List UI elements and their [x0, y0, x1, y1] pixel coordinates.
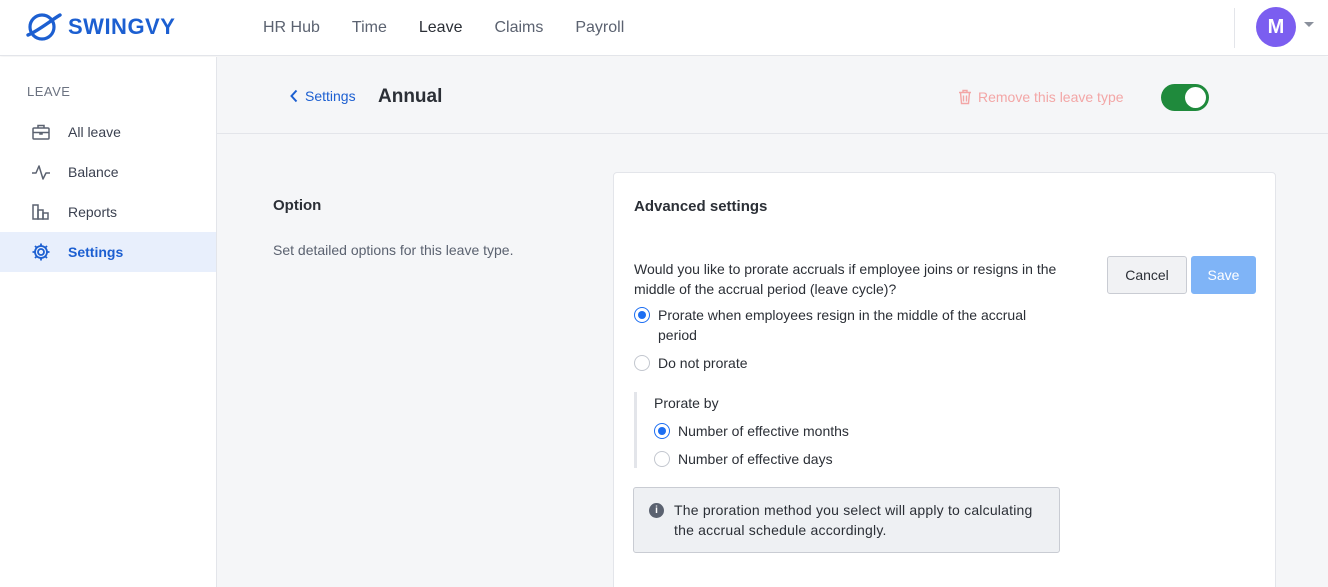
advanced-settings-card: Advanced settings Would you like to pror… [613, 172, 1276, 587]
sidebar-item-label: All leave [68, 124, 121, 140]
radio-checked[interactable] [634, 307, 650, 323]
sidebar-item-label: Reports [68, 204, 118, 220]
brand-name: SWINGVY [68, 14, 176, 39]
radio-label: Prorate when employees resign in the mid… [658, 307, 1027, 343]
top-bar: SWINGVY HR Hub Time Leave Claims Payroll… [0, 0, 1328, 56]
sidebar-heading: LEAVE [27, 84, 71, 99]
leave-type-toggle[interactable] [1161, 84, 1209, 111]
save-button[interactable]: Save [1191, 256, 1256, 294]
radio-label: Number of effective months [678, 423, 849, 439]
nav-hr-hub[interactable]: HR Hub [263, 19, 320, 37]
swingvy-logo[interactable]: SWINGVY [26, 11, 175, 43]
radio-unchecked[interactable] [654, 451, 670, 467]
info-text: The proration method you select will app… [674, 502, 1033, 538]
radio-unchecked[interactable] [634, 355, 650, 371]
radio-label: Do not prorate [658, 355, 748, 371]
info-icon: i [649, 503, 664, 518]
briefcase-icon [30, 121, 52, 143]
sidebar-item-label: Balance [68, 164, 119, 180]
remove-leave-type-button[interactable]: Remove this leave type [958, 89, 1124, 105]
nav-claims[interactable]: Claims [494, 19, 543, 37]
bar-chart-icon [30, 201, 52, 223]
nav-time[interactable]: Time [352, 19, 387, 37]
radio-do-not-prorate[interactable]: Do not prorate [634, 353, 748, 373]
remove-label: Remove this leave type [978, 89, 1124, 105]
radio-effective-months[interactable]: Number of effective months [654, 421, 849, 441]
radio-checked[interactable] [654, 423, 670, 439]
card-title: Advanced settings [634, 198, 768, 215]
sidebar-item-settings[interactable]: Settings [0, 232, 216, 272]
chevron-left-icon [290, 89, 298, 103]
activity-icon [30, 161, 52, 183]
header-divider [1234, 8, 1235, 48]
option-title: Option [273, 197, 322, 214]
toggle-knob [1185, 87, 1206, 108]
nav-leave[interactable]: Leave [419, 19, 463, 37]
swingvy-logo-icon [26, 13, 62, 41]
gear-icon [30, 241, 52, 263]
main-content: Settings Annual Remove this leave type O… [217, 57, 1328, 587]
nav-payroll[interactable]: Payroll [575, 19, 624, 37]
page-header: Settings Annual Remove this leave type [217, 57, 1328, 134]
back-to-settings-link[interactable]: Settings [289, 88, 356, 104]
top-nav: HR Hub Time Leave Claims Payroll [263, 0, 656, 56]
page-title: Annual [378, 86, 443, 107]
trash-icon [959, 89, 971, 105]
radio-label: Number of effective days [678, 451, 833, 467]
prorate-question: Would you like to prorate accruals if em… [634, 261, 1057, 297]
info-box: i The proration method you select will a… [633, 487, 1060, 553]
sidebar-item-label: Settings [68, 244, 124, 260]
option-description: Set detailed options for this leave type… [273, 242, 514, 258]
caret-down-icon[interactable] [1304, 22, 1314, 27]
sidebar: LEAVE All leave Balance Reports Settings [0, 57, 217, 587]
back-label: Settings [305, 88, 356, 104]
radio-effective-days[interactable]: Number of effective days [654, 449, 833, 469]
prorate-by-title: Prorate by [654, 395, 719, 411]
sidebar-item-balance[interactable]: Balance [0, 152, 216, 192]
sidebar-item-reports[interactable]: Reports [0, 192, 216, 232]
sidebar-item-all-leave[interactable]: All leave [0, 112, 216, 152]
avatar[interactable]: M [1256, 7, 1296, 47]
cancel-button[interactable]: Cancel [1107, 256, 1187, 294]
radio-prorate-resign[interactable]: Prorate when employees resign in the mid… [634, 305, 1054, 345]
